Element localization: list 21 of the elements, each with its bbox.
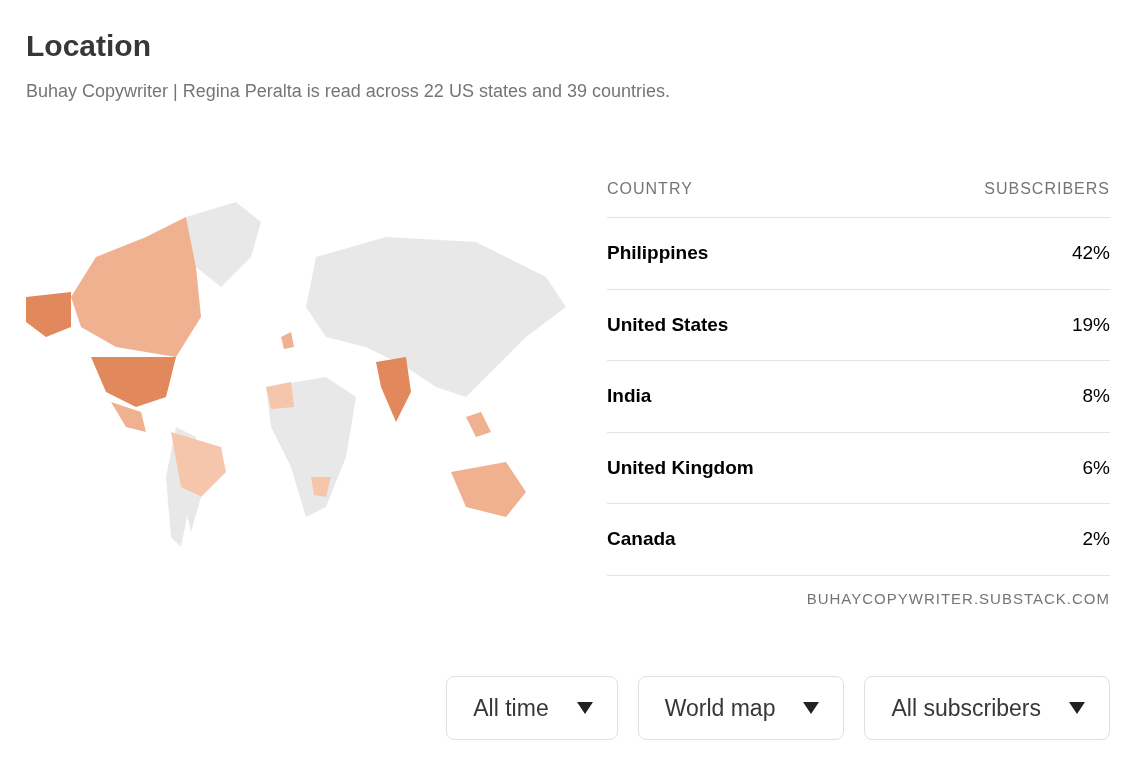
subscriber-share: 19% <box>1071 312 1110 337</box>
caret-icon <box>803 702 820 714</box>
section-title: Location <box>26 28 152 64</box>
country-name: Canada <box>607 527 676 551</box>
column-header: COUNTRY <box>607 179 693 199</box>
country-name: United Kingdom <box>607 455 754 480</box>
filter-dropdown[interactable]: All time <box>446 676 618 740</box>
source-url: BUHAYCOPYWRITER.SUBSTACK.COM <box>805 588 1110 609</box>
filter-dropdown[interactable]: All subscribers <box>864 676 1110 740</box>
subscriber-share: 2% <box>1082 527 1110 551</box>
column-header: SUBSCRIBERS <box>984 179 1110 199</box>
caret-icon <box>1069 702 1085 714</box>
subtitle: Buhay Copywriter | Regina Peralta is read across 22 US states and 39 countries. <box>26 80 671 103</box>
country-name: India <box>607 384 652 408</box>
country-name: United States <box>607 312 729 337</box>
subscriber-share: 42% <box>1071 241 1110 265</box>
subscriber-share: 8% <box>1082 384 1110 408</box>
subscriber-share: 6% <box>1082 455 1110 480</box>
caret-icon <box>576 702 593 714</box>
country-name: Philippines <box>607 241 709 265</box>
filter-dropdown[interactable]: World map <box>637 676 845 740</box>
